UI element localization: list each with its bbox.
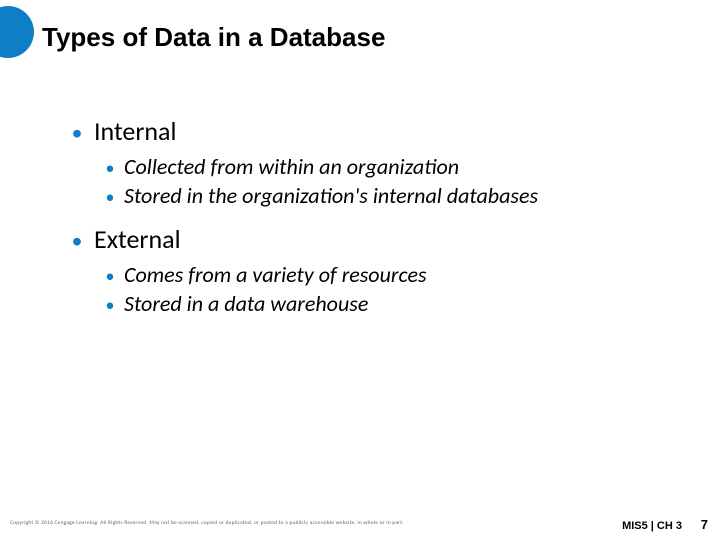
sub-bullet-text: Stored in the organization's internal da… <box>124 182 538 209</box>
bullet-icon: • <box>70 122 84 144</box>
content-area: • Internal • Collected from within an or… <box>70 115 690 331</box>
footer: Copyright © 2016 Cengage Learning. All R… <box>10 510 710 534</box>
page-number: 7 <box>701 517 708 532</box>
list-item: • Stored in the organization's internal … <box>104 182 690 209</box>
bullet-icon: • <box>104 159 116 177</box>
slide: Types of Data in a Database • Internal •… <box>0 0 720 540</box>
bullet-list: • Internal • Collected from within an or… <box>70 115 690 317</box>
slide-title: Types of Data in a Database <box>42 22 385 53</box>
accent-circle-icon <box>0 6 34 58</box>
bullet-icon: • <box>104 296 116 314</box>
sub-list: • Collected from within an organization … <box>104 153 690 209</box>
bullet-icon: • <box>104 188 116 206</box>
bullet-text: External <box>94 223 181 255</box>
list-item: • Collected from within an organization <box>104 153 690 180</box>
list-item: • Internal • Collected from within an or… <box>70 115 690 209</box>
list-item: • Comes from a variety of resources <box>104 261 690 288</box>
list-item: • External • Comes from a variety of res… <box>70 223 690 317</box>
sub-bullet-text: Collected from within an organization <box>124 153 459 180</box>
bullet-text: Internal <box>94 115 176 147</box>
sub-bullet-text: Comes from a variety of resources <box>124 261 427 288</box>
chapter-label: MIS5 | CH 3 <box>622 520 682 532</box>
sub-list: • Comes from a variety of resources • St… <box>104 261 690 317</box>
sub-bullet-text: Stored in a data warehouse <box>124 290 368 317</box>
copyright-text: Copyright © 2016 Cengage Learning. All R… <box>10 520 404 526</box>
list-item: • Stored in a data warehouse <box>104 290 690 317</box>
bullet-icon: • <box>70 230 84 252</box>
bullet-icon: • <box>104 267 116 285</box>
